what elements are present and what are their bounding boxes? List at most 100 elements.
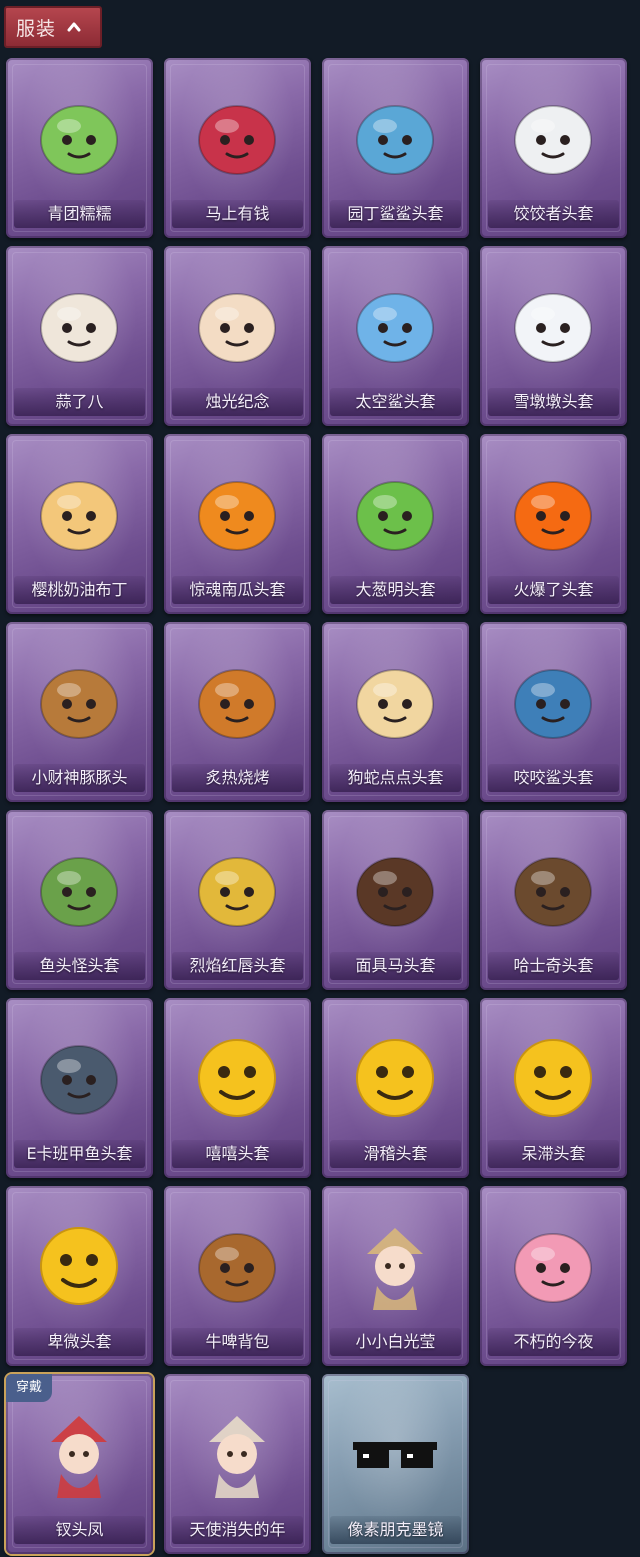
outfit-card[interactable]: 呆滞头套	[480, 998, 627, 1178]
outfit-card[interactable]: 饺饺者头套	[480, 58, 627, 238]
outfit-image	[29, 1214, 129, 1314]
outfit-card[interactable]: 太空鲨头套	[322, 246, 469, 426]
smirk-emoji-icon	[356, 1039, 434, 1117]
equipped-badge: 穿戴	[6, 1374, 52, 1402]
outfit-card[interactable]: 卑微头套	[6, 1186, 153, 1366]
outfit-name: 滑稽头套	[330, 1140, 461, 1168]
outfit-card[interactable]: 小小白光莹	[322, 1186, 469, 1366]
grin-emoji-icon	[198, 1039, 276, 1117]
outfit-image	[29, 650, 129, 750]
outfit-name: 鱼头怪头套	[14, 952, 145, 980]
outfit-name: 樱桃奶油布丁	[14, 576, 145, 604]
grilled-meat-icon	[198, 669, 276, 739]
outfit-name: 小小白光莹	[330, 1328, 461, 1356]
outfit-image	[345, 274, 445, 374]
outfit-card[interactable]: 青团糯糯	[6, 58, 153, 238]
outfit-image	[345, 1026, 445, 1126]
outfit-card[interactable]: 火爆了头套	[480, 434, 627, 614]
outfit-image	[187, 1214, 287, 1314]
outfit-image	[345, 1214, 445, 1314]
outfit-name: 卑微头套	[14, 1328, 145, 1356]
outfit-image	[503, 838, 603, 938]
outfit-card[interactable]: 哈士奇头套	[480, 810, 627, 990]
outfit-card[interactable]: 烛光纪念	[164, 246, 311, 426]
outfit-card[interactable]: 咬咬鲨头套	[480, 622, 627, 802]
outfit-card[interactable]: 像素朋克墨镜	[322, 1374, 469, 1554]
outfit-image	[187, 1026, 287, 1126]
outfit-image	[29, 838, 129, 938]
outfit-card[interactable]: 雪墩墩头套	[480, 246, 627, 426]
pumpkin-icon	[198, 481, 276, 551]
outfit-card[interactable]: 大葱明头套	[322, 434, 469, 614]
husky-icon	[514, 857, 592, 927]
red-horse-icon	[198, 105, 276, 175]
outfit-image	[345, 1402, 445, 1502]
outfit-name: 不朽的今夜	[488, 1328, 619, 1356]
outfit-name: 钗头凤	[14, 1516, 145, 1544]
outfit-image	[345, 650, 445, 750]
angel-girl-icon	[209, 1416, 265, 1498]
outfit-image	[187, 838, 287, 938]
outfit-card[interactable]: 惊魂南瓜头套	[164, 434, 311, 614]
outfit-card[interactable]: 牛啤背包	[164, 1186, 311, 1366]
outfit-card[interactable]: 小财神豚豚头	[6, 622, 153, 802]
snake-head-icon	[356, 669, 434, 739]
outfit-card[interactable]: 园丁鲨鲨头套	[322, 58, 469, 238]
outfit-card[interactable]: 狗蛇点点头套	[322, 622, 469, 802]
whale-head-icon	[40, 1045, 118, 1115]
outfit-image	[29, 462, 129, 562]
outfit-name: 太空鲨头套	[330, 388, 461, 416]
green-dumpling-icon	[40, 105, 118, 175]
outfit-name: 炙热烧烤	[172, 764, 303, 792]
dumpling-cloud-icon	[514, 105, 592, 175]
outfit-name: 像素朋克墨镜	[330, 1516, 461, 1544]
outfit-card[interactable]: 鱼头怪头套	[6, 810, 153, 990]
outfit-name: 烈焰红唇头套	[172, 952, 303, 980]
blue-shark-bee-icon	[356, 105, 434, 175]
candle-icon	[198, 293, 276, 363]
outfit-card[interactable]: 马上有钱	[164, 58, 311, 238]
chibi-warrior-icon	[367, 1228, 423, 1310]
pudding-icon	[40, 481, 118, 551]
outfit-card[interactable]: 樱桃奶油布丁	[6, 434, 153, 614]
outfit-image	[503, 462, 603, 562]
yellow-mask-sunglasses-icon	[198, 857, 276, 927]
outfit-name: 嘻嘻头套	[172, 1140, 303, 1168]
garlic-icon	[40, 293, 118, 363]
blank-stare-emoji-icon	[514, 1039, 592, 1117]
outfit-name: 牛啤背包	[172, 1328, 303, 1356]
outfit-image	[29, 1026, 129, 1126]
outfit-card[interactable]: 天使消失的年	[164, 1374, 311, 1554]
outfit-image	[187, 274, 287, 374]
outfit-card[interactable]: 滑稽头套	[322, 998, 469, 1178]
outfit-image	[29, 86, 129, 186]
fireball-icon	[514, 481, 592, 551]
outfit-name: 饺饺者头套	[488, 200, 619, 228]
outfit-card[interactable]: 钗头凤 穿戴	[6, 1374, 153, 1554]
outfit-card[interactable]: 不朽的今夜	[480, 1186, 627, 1366]
pink-cat-sundae-icon	[514, 1233, 592, 1303]
fish-mask-icon	[40, 857, 118, 927]
outfit-name: 哈士奇头套	[488, 952, 619, 980]
outfit-image	[187, 462, 287, 562]
outfit-name: 狗蛇点点头套	[330, 764, 461, 792]
outfit-image	[503, 1214, 603, 1314]
outfit-card[interactable]: E卡班甲鱼头套	[6, 998, 153, 1178]
outfit-image	[345, 86, 445, 186]
outfit-name: 青团糯糯	[14, 200, 145, 228]
pixel-sunglasses-icon	[353, 1442, 437, 1468]
outfit-image	[29, 1402, 129, 1502]
outfit-card[interactable]: 烈焰红唇头套	[164, 810, 311, 990]
biting-shark-icon	[514, 669, 592, 739]
outfit-card[interactable]: 面具马头套	[322, 810, 469, 990]
outfit-name: 雪墩墩头套	[488, 388, 619, 416]
cow-beer-backpack-icon	[198, 1233, 276, 1303]
outfit-category-label: 服装	[16, 17, 57, 40]
outfit-card[interactable]: 炙热烧烤	[164, 622, 311, 802]
outfit-category-tab[interactable]: 服装	[4, 6, 102, 48]
outfit-name: 面具马头套	[330, 952, 461, 980]
outfit-image	[187, 86, 287, 186]
outfit-card[interactable]: 蒜了八	[6, 246, 153, 426]
outfit-image	[345, 462, 445, 562]
outfit-card[interactable]: 嘻嘻头套	[164, 998, 311, 1178]
